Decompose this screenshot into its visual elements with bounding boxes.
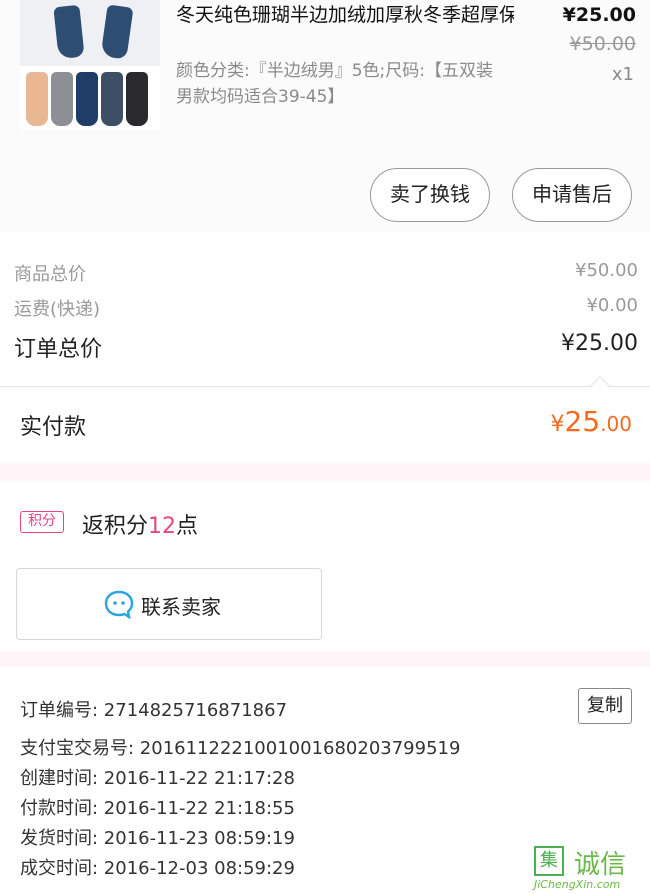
thumbnail-photo: [20, 0, 160, 66]
sock-swatch: [101, 72, 123, 126]
points-badge: 积分: [20, 511, 64, 533]
product-title[interactable]: 冬天纯色珊瑚半边加绒加厚秋冬季超厚保暖毛圈毛巾底中筒男袜子…: [176, 2, 514, 29]
points-number: 12: [148, 514, 177, 539]
after-sale-button[interactable]: 申请售后: [512, 168, 632, 222]
created-time: 创建时间: 2016-11-22 21:17:28: [20, 768, 295, 789]
product-original-price: ¥50.00: [569, 33, 636, 55]
section-gap: [0, 651, 650, 667]
product-spec: 颜色分类:『半边绒男』5色;尺码:【五双装 男款均码适合39-45】: [176, 61, 493, 107]
paid-time: 付款时间: 2016-11-22 21:18:55: [20, 798, 295, 819]
chat-bubble-icon: [104, 590, 134, 619]
copy-button[interactable]: 复制: [578, 688, 632, 724]
order-total-row: 订单总价 ¥25.00: [14, 331, 638, 362]
points-section: 积分 返积分12点 联系卖家: [0, 481, 650, 651]
shipping-row: 运费(快递) ¥0.00: [14, 295, 638, 325]
product-item[interactable]: 冬天纯色珊瑚半边加绒加厚秋冬季超厚保暖毛圈毛巾底中筒男袜子… 颜色分类:『半边绒…: [0, 0, 650, 232]
shipping-value: ¥0.00: [586, 295, 638, 316]
points-text: 返积分12点: [82, 508, 198, 540]
product-thumbnail[interactable]: [20, 0, 160, 130]
paid-row: 实付款 ¥25.00: [0, 387, 650, 463]
completed-time: 成交时间: 2016-12-03 08:59:29: [20, 858, 295, 879]
shipped-time: 发货时间: 2016-11-23 08:59:19: [20, 828, 295, 849]
sock-swatch: [126, 72, 148, 126]
contact-seller-button[interactable]: 联系卖家: [16, 568, 322, 640]
paid-label: 实付款: [20, 415, 87, 440]
price-summary: 商品总价 ¥50.00 运费(快递) ¥0.00 订单总价 ¥25.00: [0, 232, 650, 396]
paid-amount: ¥25.00: [551, 405, 632, 438]
product-quantity: x1: [611, 64, 634, 85]
paid-integer: 25: [564, 405, 601, 438]
alipay-trade-number: 支付宝交易号: 2016112221001001680203799519: [20, 738, 461, 759]
order-total-label: 订单总价: [14, 337, 103, 362]
order-total-value: ¥25.00: [561, 331, 638, 356]
sock-swatch: [51, 72, 73, 126]
contact-seller-label: 联系卖家: [141, 595, 221, 619]
sock-swatch: [26, 72, 48, 126]
watermark-logo: 集 诚信 JiChengXin.com: [530, 842, 648, 892]
goods-total-row: 商品总价 ¥50.00: [14, 260, 638, 290]
sell-for-cash-button[interactable]: 卖了换钱: [370, 168, 490, 222]
goods-total-value: ¥50.00: [575, 260, 638, 281]
watermark-box: 集: [534, 846, 564, 876]
paid-currency: ¥: [550, 412, 565, 437]
product-price: ¥25.00: [562, 4, 636, 26]
watermark-url: JiChengXin.com: [534, 878, 621, 891]
section-gap: [0, 463, 650, 481]
order-number: 订单编号: 2714825716871867: [20, 700, 288, 721]
goods-total-label: 商品总价: [14, 264, 86, 285]
sock-swatch: [76, 72, 98, 126]
points-text-before: 返积分: [82, 514, 149, 539]
paid-decimal: .00: [600, 412, 632, 436]
shipping-label: 运费(快递): [14, 299, 101, 320]
watermark-chars: 诚信: [574, 850, 627, 880]
points-text-after: 点: [176, 514, 199, 539]
